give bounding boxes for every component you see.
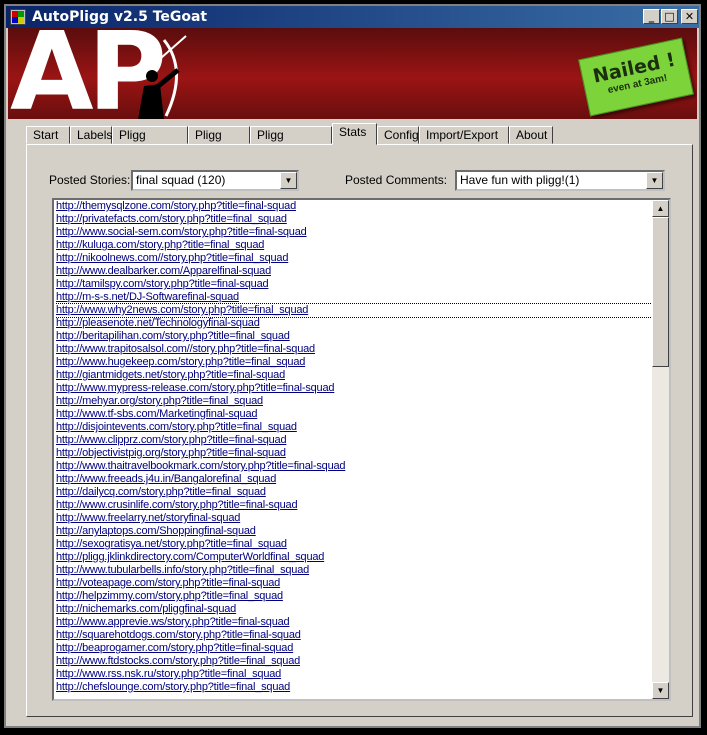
story-link[interactable]: http://privatefacts.com/story.php?title=… <box>56 213 652 226</box>
story-link[interactable]: http://disjointevents.com/story.php?titl… <box>56 421 652 434</box>
tab-start[interactable]: Start <box>26 126 70 144</box>
story-link[interactable]: http://anylaptops.com/Shoppingfinal-squa… <box>56 525 652 538</box>
story-link[interactable]: http://voteapage.com/story.php?title=fin… <box>56 577 652 590</box>
links-container: http://themysqlzone.com/story.php?title=… <box>56 200 652 699</box>
posted-stories-value: final squad (120) <box>136 173 226 187</box>
story-link[interactable]: http://www.tubularbells.info/story.php?t… <box>56 564 652 577</box>
tab-pligg-comment[interactable]: Pligg Comment <box>250 126 332 158</box>
story-link[interactable]: http://squarehotdogs.com/story.php?title… <box>56 629 652 642</box>
story-link[interactable]: http://mehyar.org/story.php?title=final_… <box>56 395 652 408</box>
posted-stories-label: Posted Stories: <box>49 173 131 187</box>
stats-panel: Posted Stories: final squad (120) ▼ Post… <box>26 144 693 717</box>
title-bar[interactable]: AutoPligg v2.5 TeGoat _ □ ✕ <box>6 6 699 28</box>
story-link[interactable]: http://sexogratisya.net/story.php?title=… <box>56 538 652 551</box>
story-link[interactable]: http://www.freeads.j4u.in/Bangalorefinal… <box>56 473 652 486</box>
story-link[interactable]: http://www.rss.nsk.ru/story.php?title=fi… <box>56 668 652 681</box>
story-link[interactable]: http://nichemarks.com/pliggfinal-squad <box>56 603 652 616</box>
story-link[interactable]: http://beaprogamer.com/story.php?title=f… <box>56 642 652 655</box>
story-link[interactable]: http://kuluga.com/story.php?title=final_… <box>56 239 652 252</box>
posted-stories-select[interactable]: final squad (120) ▼ <box>131 170 299 191</box>
story-link[interactable]: http://www.mypress-release.com/story.php… <box>56 382 652 395</box>
scroll-down-icon[interactable]: ▼ <box>652 682 669 699</box>
story-link[interactable]: http://m-s-s.net/DJ-Softwarefinal-squad <box>56 291 652 304</box>
story-link[interactable]: http://www.freelarry.net/storyfinal-squa… <box>56 512 652 525</box>
minimize-icon[interactable]: _ <box>643 9 660 24</box>
story-link[interactable]: http://pleasenote.net/Technologyfinal-sq… <box>56 317 652 330</box>
tab-about[interactable]: About <box>509 126 553 144</box>
tab-pligg-register[interactable]: Pligg Register <box>112 126 188 158</box>
story-link[interactable]: http://objectivistpig.org/story.php?titl… <box>56 447 652 460</box>
story-link[interactable]: http://dailycq.com/story.php?title=final… <box>56 486 652 499</box>
maximize-icon[interactable]: □ <box>661 9 678 24</box>
scroll-thumb[interactable] <box>652 217 669 367</box>
tab-labels[interactable]: Labels <box>70 126 112 144</box>
story-link[interactable]: http://www.trapitosalsol.com//story.php?… <box>56 343 652 356</box>
story-link[interactable]: http://pligg.jklinkdirectory.com/Compute… <box>56 551 652 564</box>
story-link[interactable]: http://giantmidgets.net/story.php?title=… <box>56 369 652 382</box>
story-link[interactable]: http://www.dealbarker.com/Apparelfinal-s… <box>56 265 652 278</box>
tab-pligg-story[interactable]: Pligg Story <box>188 126 250 158</box>
nailed-sticker: Nailed ! even at 3am! <box>578 37 694 117</box>
vertical-scrollbar[interactable]: ▲ ▼ <box>652 200 669 699</box>
scroll-up-icon[interactable]: ▲ <box>652 200 669 217</box>
header-banner: AP Nailed ! even at 3am! <box>8 28 697 119</box>
archer-silhouette-icon <box>135 35 187 119</box>
story-link[interactable]: http://themysqlzone.com/story.php?title=… <box>56 200 652 213</box>
story-link[interactable]: http://helpzimmy.com/story.php?title=fin… <box>56 590 652 603</box>
posted-comments-select[interactable]: Have fun with pligg!(1) ▼ <box>455 170 665 191</box>
app-window: AutoPligg v2.5 TeGoat _ □ ✕ AP Nailed ! … <box>4 4 701 728</box>
story-link[interactable]: http://chefslounge.com/story.php?title=f… <box>56 681 652 694</box>
story-link[interactable]: http://www.clipprz.com/story.php?title=f… <box>56 434 652 447</box>
posted-comments-label: Posted Comments: <box>345 173 448 187</box>
story-link[interactable]: http://www.apprevie.ws/story.php?title=f… <box>56 616 652 629</box>
story-link[interactable]: http://www.social-sem.com/story.php?titl… <box>56 226 652 239</box>
tab-import-export[interactable]: Import/Export <box>419 126 509 144</box>
tab-config[interactable]: Config <box>377 126 419 144</box>
story-link[interactable]: http://www.hugekeep.com/story.php?title=… <box>56 356 652 369</box>
story-link[interactable]: http://nikoolnews.com//story.php?title=f… <box>56 252 652 265</box>
window-title: AutoPligg v2.5 TeGoat <box>32 9 208 25</box>
story-link[interactable]: http://www.crusinlife.com/story.php?titl… <box>56 499 652 512</box>
story-link[interactable]: http://tamilspy.com/story.php?title=fina… <box>56 278 652 291</box>
close-icon[interactable]: ✕ <box>681 9 698 24</box>
story-link[interactable]: http://www.thaitravelbookmark.com/story.… <box>56 460 652 473</box>
chevron-down-icon[interactable]: ▼ <box>646 172 663 189</box>
posted-comments-value: Have fun with pligg!(1) <box>460 173 580 187</box>
app-icon <box>10 9 26 25</box>
story-link[interactable]: http://www.ftdstocks.com/story.php?title… <box>56 655 652 668</box>
story-link[interactable]: http://beritapilihan.com/story.php?title… <box>56 330 652 343</box>
tab-stats[interactable]: Stats <box>332 123 377 145</box>
story-link[interactable]: http://www.why2news.com/story.php?title=… <box>56 303 652 318</box>
chevron-down-icon[interactable]: ▼ <box>280 172 297 189</box>
story-links-list[interactable]: http://themysqlzone.com/story.php?title=… <box>52 198 671 701</box>
story-link[interactable]: http://www.tf-sbs.com/Marketingfinal-squ… <box>56 408 652 421</box>
